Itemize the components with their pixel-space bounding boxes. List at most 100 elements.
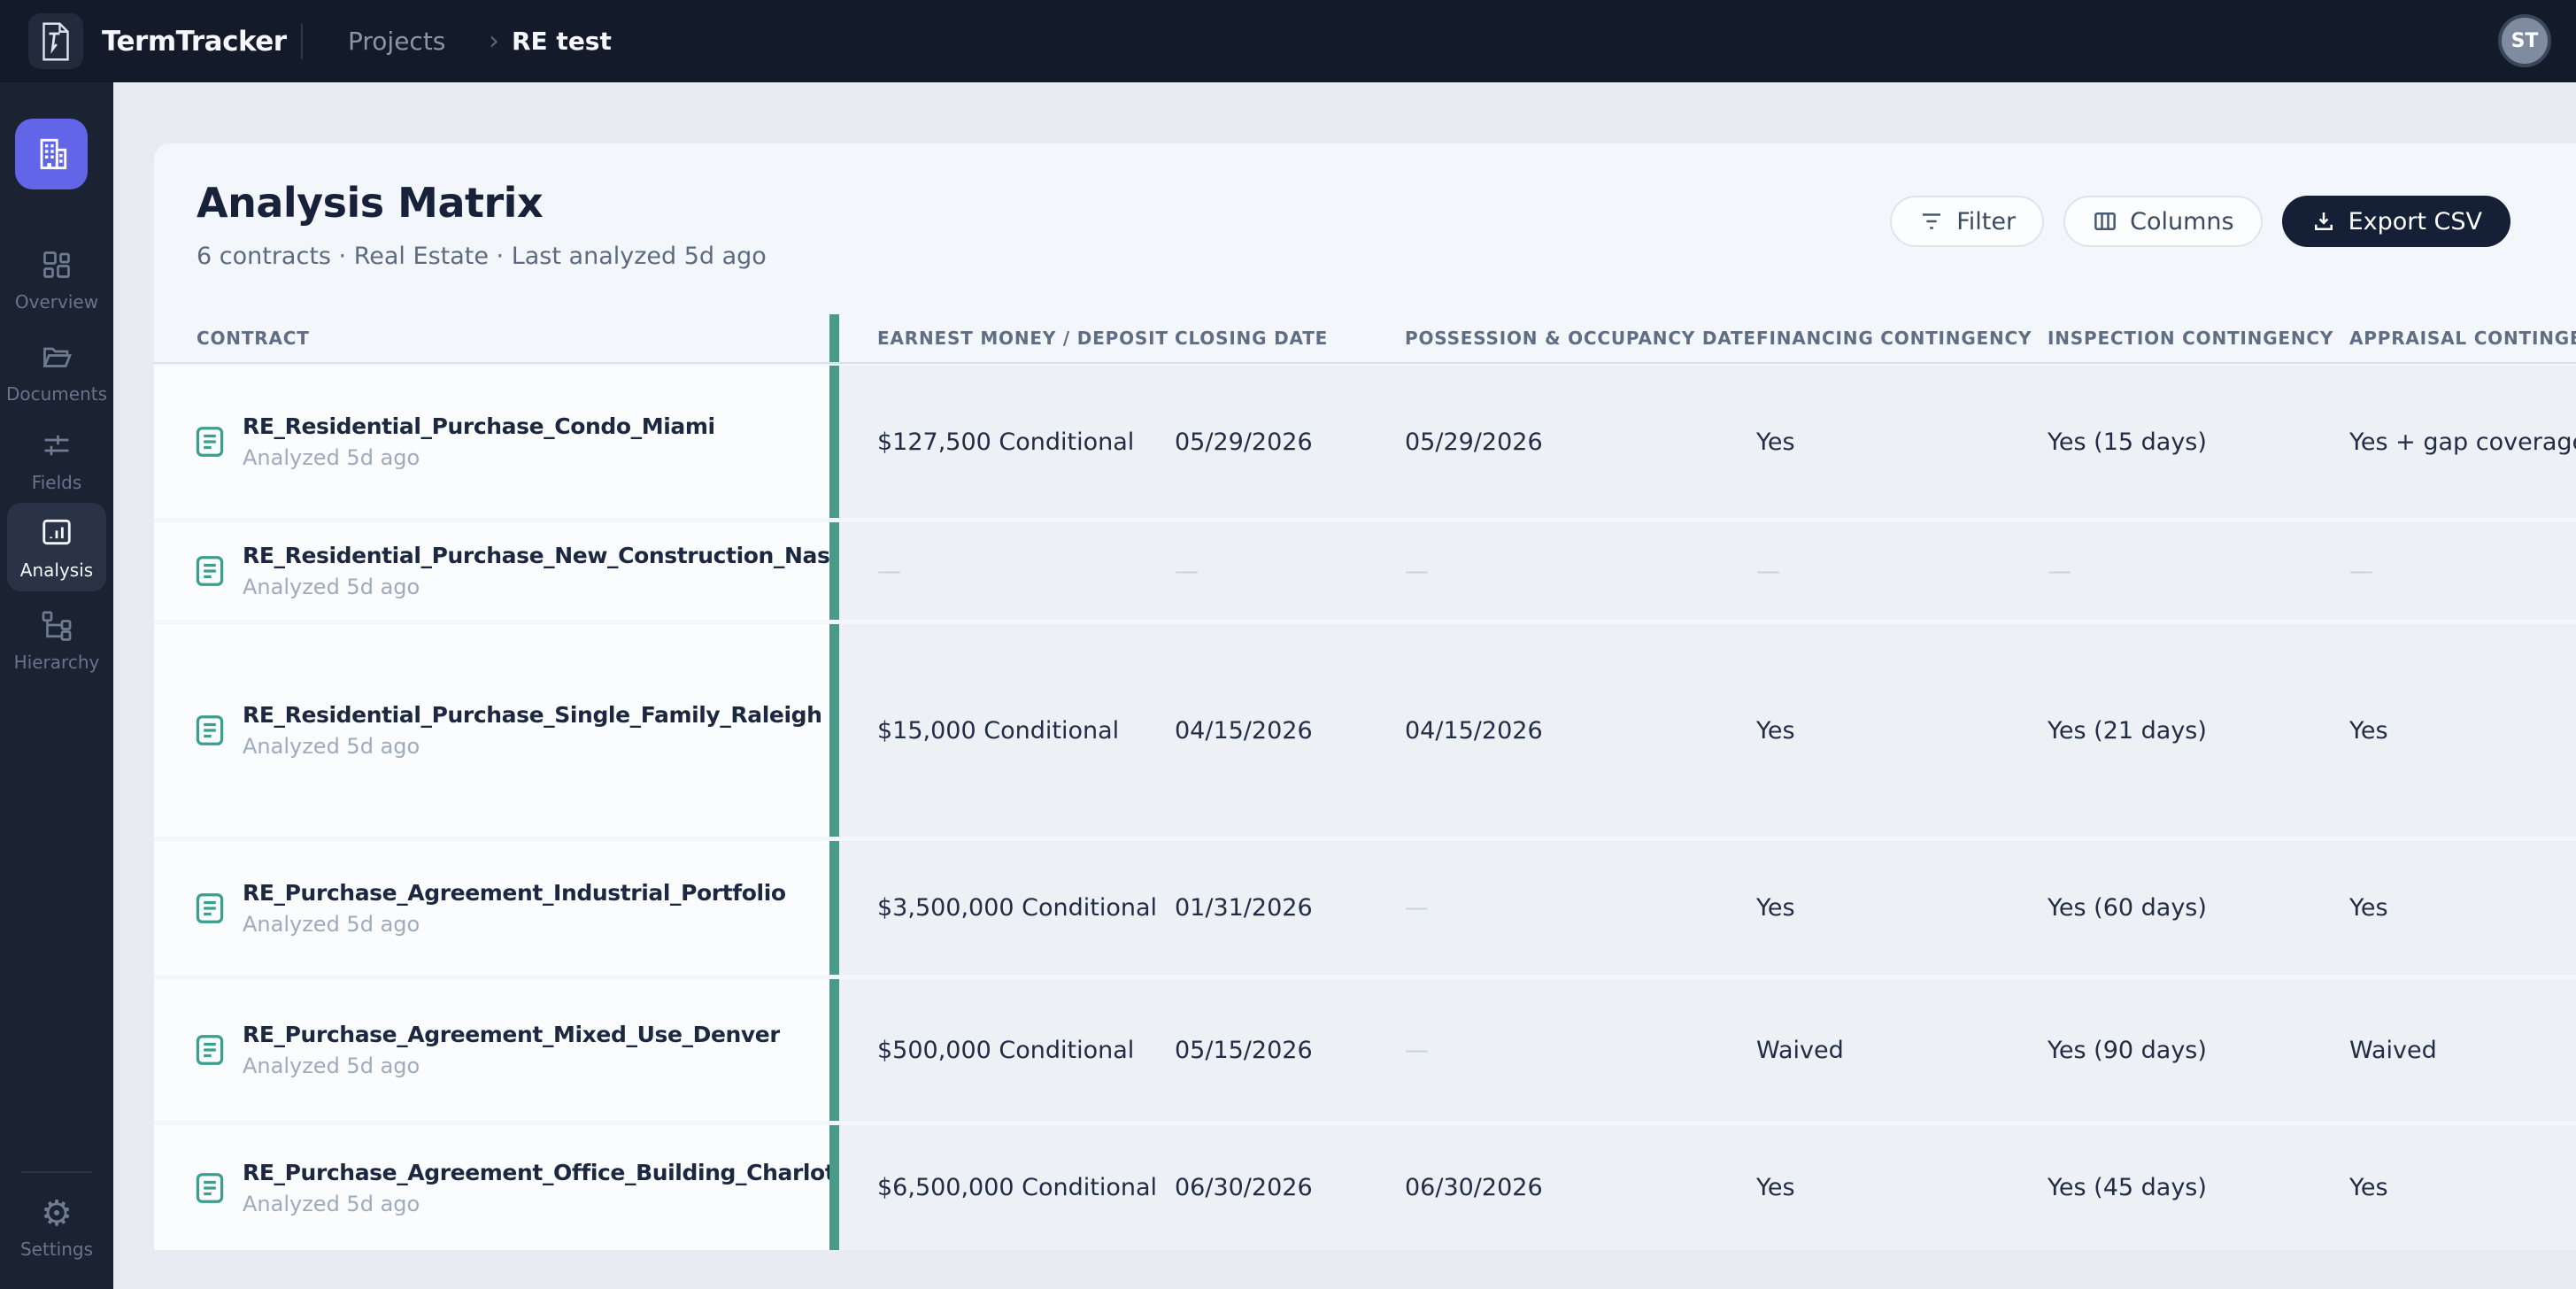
sidebar-item-analysis[interactable]: Analysis xyxy=(7,503,106,591)
contract-text: RE_Purchase_Agreement_Mixed_Use_Denver A… xyxy=(243,1022,780,1078)
cell-value: — xyxy=(1405,558,1756,585)
cell-value: $6,500,000 Conditional xyxy=(877,1174,1175,1201)
filter-button[interactable]: Filter xyxy=(1890,196,2044,247)
accent-bar xyxy=(829,314,839,362)
header-actions: Filter Columns Export CSV xyxy=(1890,196,2510,247)
cell-value: Yes xyxy=(2349,1174,2576,1201)
sidebar-item-settings[interactable]: ⚙ Settings xyxy=(0,1196,113,1260)
sidebar-item-label: Documents xyxy=(0,383,113,405)
table-row[interactable]: RE_Purchase_Agreement_Mixed_Use_Denver A… xyxy=(154,979,2576,1121)
sidebar-item-fields[interactable]: Fields xyxy=(0,429,113,493)
app-logo[interactable] xyxy=(28,13,83,69)
sidebar-item-documents[interactable]: Documents xyxy=(0,341,113,405)
building-icon xyxy=(32,135,71,174)
accent-bar xyxy=(829,624,839,837)
contract-meta: Analyzed 5d ago xyxy=(243,912,786,937)
cell-value: — xyxy=(1405,1037,1756,1064)
contract-cell: RE_Residential_Purchase_New_Construction… xyxy=(154,522,829,620)
contract-name: RE_Purchase_Agreement_Office_Building_Ch… xyxy=(243,1160,829,1185)
cell-value: Yes (15 days) xyxy=(2048,428,2349,456)
sidebar-item-overview[interactable]: Overview xyxy=(0,249,113,313)
row-values: $500,000 Conditional05/15/2026— WaivedYes… xyxy=(839,979,2576,1121)
filter-button-label: Filter xyxy=(1956,208,2016,235)
table-row[interactable]: RE_Residential_Purchase_Single_Family_Ra… xyxy=(154,624,2576,837)
column-header-contract[interactable]: CONTRACT xyxy=(154,328,829,349)
contract-meta: Analyzed 5d ago xyxy=(243,575,829,599)
breadcrumb-projects[interactable]: Projects xyxy=(348,0,445,82)
column-header[interactable]: APPRAISAL CONTINGENCY xyxy=(2349,328,2576,349)
contract-meta: Analyzed 5d ago xyxy=(243,1192,829,1216)
export-csv-button[interactable]: Export CSV xyxy=(2282,196,2510,247)
document-icon xyxy=(195,891,225,925)
folder-icon xyxy=(40,341,73,373)
contract-meta: Analyzed 5d ago xyxy=(243,734,822,759)
topbar-divider xyxy=(301,24,303,59)
sidebar: Overview Documents Fields Analysis Hiera… xyxy=(0,82,113,1289)
table-row[interactable]: RE_Purchase_Agreement_Industrial_Portfol… xyxy=(154,841,2576,975)
gear-icon: ⚙ xyxy=(41,1193,73,1234)
contract-text: RE_Purchase_Agreement_Office_Building_Ch… xyxy=(243,1160,829,1216)
cell-value: Yes (21 days) xyxy=(2048,717,2349,745)
cell-value: $500,000 Conditional xyxy=(877,1037,1175,1064)
filter-icon xyxy=(1918,208,1945,235)
breadcrumb-current: RE test xyxy=(512,0,612,82)
table-row[interactable]: RE_Residential_Purchase_Condo_Miami Anal… xyxy=(154,366,2576,518)
project-button[interactable] xyxy=(15,119,88,189)
accent-bar xyxy=(829,979,839,1121)
column-header[interactable]: POSSESSION & OCCUPANCY DATE xyxy=(1405,328,1756,349)
document-icon xyxy=(195,1171,225,1205)
cell-value: Yes (90 days) xyxy=(2048,1037,2349,1064)
sidebar-item-label: Overview xyxy=(0,291,113,313)
column-header[interactable]: EARNEST MONEY / DEPOSIT xyxy=(877,328,1175,349)
cell-value: Yes xyxy=(1756,1174,2048,1201)
columns-icon xyxy=(2092,208,2118,235)
accent-bar xyxy=(829,366,839,518)
cell-value: Waived xyxy=(2349,1037,2576,1064)
cell-value: $127,500 Conditional xyxy=(877,428,1175,456)
contract-meta: Analyzed 5d ago xyxy=(243,1054,780,1078)
download-icon xyxy=(2310,208,2337,235)
cell-value: Yes xyxy=(1756,428,2048,456)
accent-bar xyxy=(829,841,839,975)
column-header[interactable]: FINANCING CONTINGENCY xyxy=(1756,328,2048,349)
sidebar-item-hierarchy[interactable]: Hierarchy xyxy=(0,609,113,673)
cell-value: 05/15/2026 xyxy=(1175,1037,1405,1064)
cell-value: — xyxy=(2349,558,2576,585)
sidebar-divider xyxy=(21,1171,92,1173)
accent-bar xyxy=(829,522,839,620)
columns-button-label: Columns xyxy=(2130,208,2233,235)
bar-chart-icon xyxy=(40,515,73,549)
table-row[interactable]: RE_Purchase_Agreement_Office_Building_Ch… xyxy=(154,1125,2576,1250)
table-header-values: EARNEST MONEY / DEPOSITCLOSING DATEPOSSE… xyxy=(839,328,2576,349)
document-icon xyxy=(195,714,225,747)
cell-value: — xyxy=(1405,894,1756,922)
contract-name: RE_Residential_Purchase_Single_Family_Ra… xyxy=(243,702,822,728)
contract-cell: RE_Residential_Purchase_Condo_Miami Anal… xyxy=(154,366,829,518)
document-icon xyxy=(195,1033,225,1067)
top-bar: TermTracker Projects › RE test ST xyxy=(0,0,2576,82)
cell-value: — xyxy=(1756,558,2048,585)
cell-value: Yes (60 days) xyxy=(2048,894,2349,922)
row-values: $127,500 Conditional05/29/202605/29/2026… xyxy=(839,366,2576,518)
columns-button[interactable]: Columns xyxy=(2063,196,2262,247)
contract-cell: RE_Purchase_Agreement_Industrial_Portfol… xyxy=(154,841,829,975)
cell-value: Yes (45 days) xyxy=(2048,1174,2349,1201)
avatar[interactable]: ST xyxy=(2498,14,2551,67)
cell-value: 01/31/2026 xyxy=(1175,894,1405,922)
cell-value: $3,500,000 Conditional xyxy=(877,894,1175,922)
page-subtitle: 6 contracts · Real Estate · Last analyze… xyxy=(197,243,767,270)
sidebar-item-label: Settings xyxy=(0,1239,113,1260)
cell-value: 04/15/2026 xyxy=(1405,717,1756,745)
contract-cell: RE_Residential_Purchase_Single_Family_Ra… xyxy=(154,624,829,837)
table-row[interactable]: RE_Residential_Purchase_New_Construction… xyxy=(154,522,2576,620)
row-values: $3,500,000 Conditional01/31/2026—YesYes … xyxy=(839,841,2576,975)
sidebar-item-label: Analysis xyxy=(7,560,106,581)
column-header[interactable]: CLOSING DATE xyxy=(1175,328,1405,349)
contract-name: RE_Residential_Purchase_Condo_Miami xyxy=(243,413,715,439)
cell-value: Yes + gap coverage xyxy=(2349,428,2576,456)
panel-header: Analysis Matrix 6 contracts · Real Estat… xyxy=(154,143,2576,314)
sidebar-item-label: Fields xyxy=(0,472,113,493)
column-header[interactable]: INSPECTION CONTINGENCY xyxy=(2048,328,2349,349)
contract-text: RE_Residential_Purchase_Condo_Miami Anal… xyxy=(243,413,715,470)
hierarchy-icon xyxy=(41,609,73,641)
